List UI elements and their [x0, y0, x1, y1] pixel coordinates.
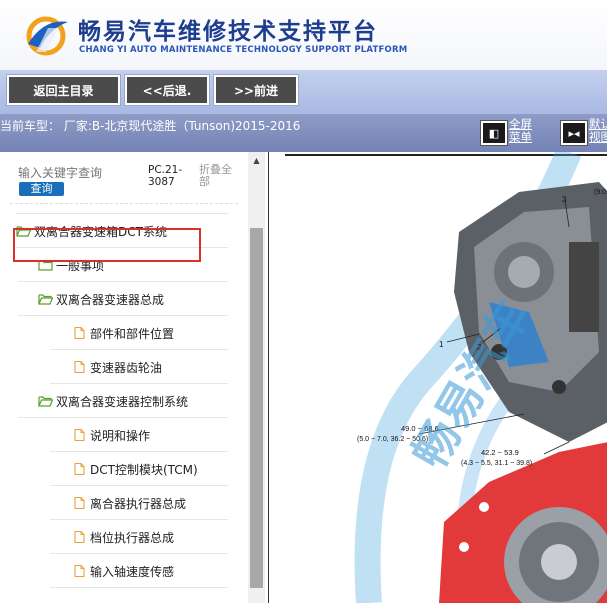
- search-input[interactable]: [18, 165, 140, 181]
- fullscreen-icon: ◧: [480, 120, 508, 146]
- pc-code: PC.21-3087: [148, 164, 183, 188]
- tree-item-label: 双离合器变速器控制系统: [56, 394, 189, 409]
- site-title: 畅易汽车维修技术支持平台: [78, 19, 378, 45]
- default-view-button[interactable]: ▸◂ 默认视图: [560, 118, 607, 146]
- callout-partial: (9.0: [594, 189, 606, 196]
- tree-row-divider: [16, 213, 228, 214]
- vehicle-info-bar: 当前车型： 厂家:B-北京现代途胜（Tunson)2015-2016 ◧ 全屏菜…: [0, 115, 607, 152]
- transmission-diagram: 1 2 3 (9.0 49.0 ~ 68.6 (5.0 ~ 7.0, 36.2 …: [354, 152, 607, 603]
- tree-row-divider: [18, 417, 228, 418]
- folder-icon: [38, 260, 53, 271]
- tree-item-label: 部件和部件位置: [90, 326, 175, 341]
- tree-item[interactable]: 双离合器变速箱DCT系统: [16, 216, 167, 246]
- tree-item[interactable]: 变速器齿轮油: [72, 352, 162, 382]
- tree-item[interactable]: 离合器执行器总成: [72, 488, 186, 518]
- tree-item-label: 双离合器变速箱DCT系统: [34, 224, 167, 239]
- site-subtitle: CHANG YI AUTO MAINTENANCE TECHNOLOGY SUP…: [79, 45, 408, 55]
- tree-row-divider: [50, 519, 228, 520]
- file-icon: [74, 429, 85, 441]
- file-icon: [74, 463, 85, 475]
- header: 畅易汽车维修技术支持平台 CHANG YI AUTO MAINTENANCE T…: [0, 0, 607, 70]
- tree-item[interactable]: 档位执行器总成: [72, 522, 174, 552]
- app-window: 畅易汽车维修技术支持平台 CHANG YI AUTO MAINTENANCE T…: [0, 0, 607, 603]
- fullscreen-label[interactable]: 全屏菜单: [509, 118, 537, 144]
- diagram-panel: 1 2 3 (9.0 49.0 ~ 68.6 (5.0 ~ 7.0, 36.2 …: [268, 152, 607, 603]
- tree-item[interactable]: 双离合器变速器总成: [38, 284, 164, 314]
- torque-spec-2: 42.2 ~ 53.9: [481, 448, 519, 457]
- file-icon: [74, 497, 85, 509]
- callout-1: 1: [439, 340, 444, 349]
- tree-item[interactable]: 输入轴速度传感: [72, 556, 174, 586]
- tree-row-divider: [18, 315, 228, 316]
- folder-open-icon: [16, 226, 31, 237]
- home-button[interactable]: 返回主目录: [6, 74, 121, 106]
- search-area: 查询 PC.21-3087 折叠全部: [0, 152, 248, 204]
- tree-item-label: 变速器齿轮油: [90, 360, 163, 375]
- tree-row-divider: [50, 349, 228, 350]
- tree-item[interactable]: 一般事项: [38, 250, 104, 280]
- tree-item-label: 一般事项: [56, 258, 105, 273]
- folder-open-icon: [38, 294, 53, 305]
- tree-item-label: DCT控制模块(TCM): [90, 462, 198, 477]
- tree-row-divider: [50, 587, 228, 588]
- tree-row-divider: [16, 247, 228, 248]
- file-icon: [74, 327, 85, 339]
- tree-item[interactable]: 双离合器变速器控制系统: [38, 386, 188, 416]
- tree-row-divider: [50, 553, 228, 554]
- split-view-icon: ▸◂: [560, 120, 588, 146]
- search-button[interactable]: 查询: [19, 182, 64, 196]
- sidebar: 发动机控制/燃油系统双离合器变速箱DCT系统一般事项双离合器变速器总成部件和部件…: [0, 152, 265, 603]
- folder-open-icon: [38, 396, 53, 407]
- callout-3: 3: [562, 195, 567, 204]
- tree-item[interactable]: 说明和操作: [72, 420, 150, 450]
- torque-spec-2-alt: (4.3 ~ 5.5, 31.1 ~ 39.8): [461, 460, 532, 467]
- tree-item[interactable]: 部件和部件位置: [72, 318, 174, 348]
- back-button[interactable]: <<后退.: [124, 74, 210, 106]
- collapse-all-link[interactable]: 折叠全部: [199, 164, 239, 188]
- scroll-up-arrow-icon[interactable]: ▲: [248, 156, 265, 168]
- tree-row-divider: [50, 485, 228, 486]
- tree-item-label: 档位执行器总成: [90, 530, 175, 545]
- sidebar-scrollbar[interactable]: ▲: [248, 152, 265, 603]
- scrollbar-thumb[interactable]: [250, 228, 263, 588]
- tree-item[interactable]: DCT控制模块(TCM): [72, 454, 198, 484]
- file-icon: [74, 531, 85, 543]
- fullscreen-menu-button[interactable]: ◧ 全屏菜单: [480, 118, 537, 146]
- nav-bar: 返回主目录 <<后退. >>前进: [0, 70, 607, 115]
- tree-row-divider: [50, 383, 228, 384]
- current-vehicle: 当前车型： 厂家:B-北京现代途胜（Tunson)2015-2016: [0, 119, 301, 133]
- logo-icon: [26, 16, 68, 56]
- divider: [10, 203, 238, 204]
- file-icon: [74, 565, 85, 577]
- tree-item-label: 说明和操作: [90, 428, 151, 443]
- tree-item-label: 双离合器变速器总成: [56, 292, 165, 307]
- tree-item-label: 输入轴速度传感: [90, 564, 175, 579]
- forward-button[interactable]: >>前进: [213, 74, 299, 106]
- default-view-label[interactable]: 默认视图: [589, 118, 607, 144]
- tree-row-divider: [18, 281, 228, 282]
- tree-row-divider: [50, 451, 228, 452]
- tree-item-label: 离合器执行器总成: [90, 496, 187, 511]
- file-icon: [74, 361, 85, 373]
